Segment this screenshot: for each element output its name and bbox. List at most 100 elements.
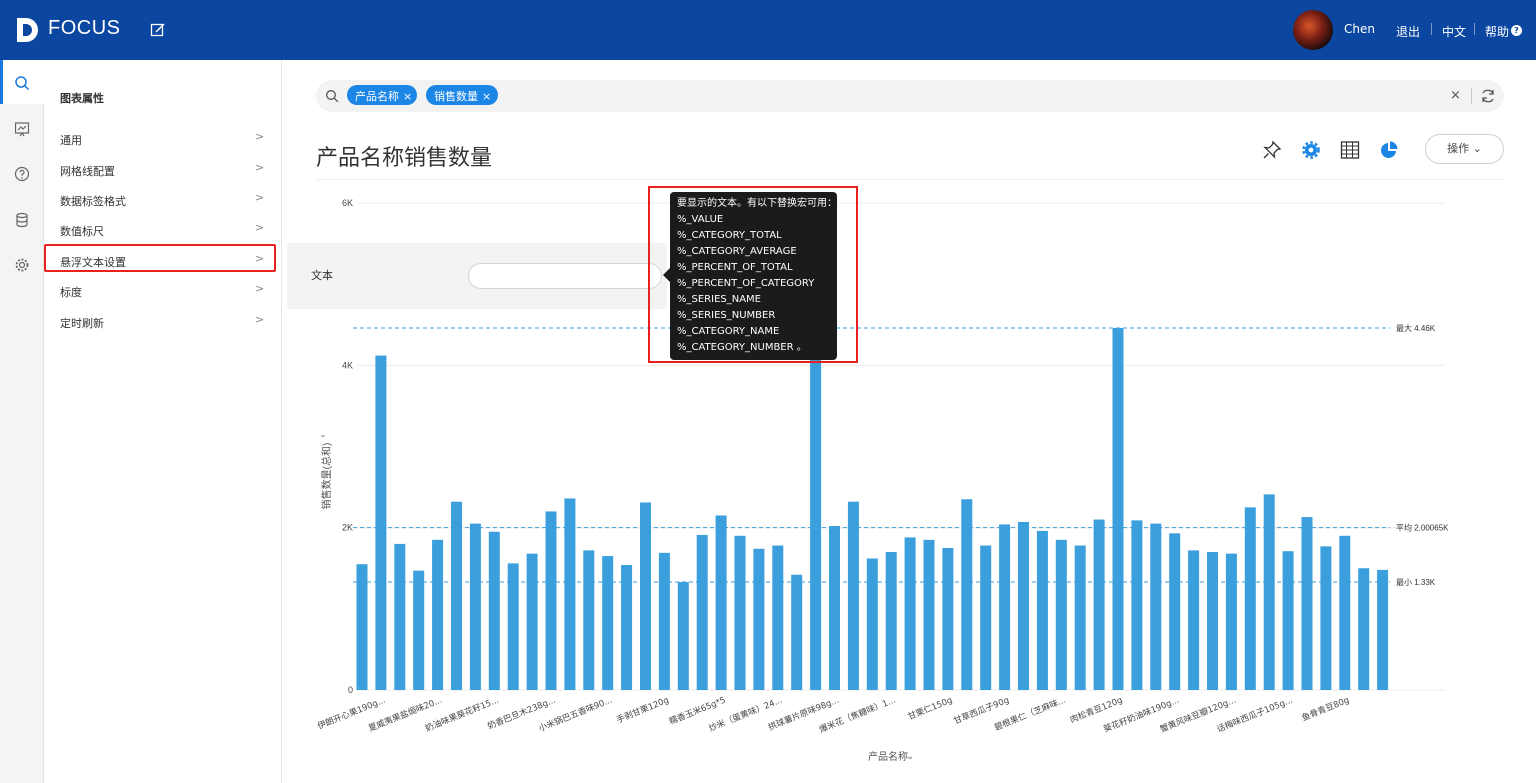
top-navigation-bar: FOCUS Chen 退出 中文 帮助 ?	[0, 0, 1536, 60]
search-icon[interactable]	[14, 75, 30, 91]
reference-lines: 最大 4.46K 平均 2.00065K 最小 1.33K	[353, 323, 1449, 587]
bar[interactable]	[602, 556, 614, 690]
chart-title: 产品名称销售数量	[316, 146, 493, 171]
chevron-right-icon: >	[255, 191, 265, 204]
pin-icon[interactable]	[1262, 140, 1282, 160]
bar[interactable]	[847, 501, 859, 690]
x-axis-title: 产品名称	[868, 750, 908, 763]
bar[interactable]	[999, 524, 1011, 690]
table-icon[interactable]	[1340, 140, 1360, 160]
bar[interactable]	[1377, 569, 1389, 690]
bar[interactable]	[356, 564, 368, 690]
bar[interactable]	[866, 558, 878, 690]
settings-icon[interactable]	[14, 257, 30, 273]
chevron-right-icon: >	[255, 221, 265, 234]
tag-label: 产品名称	[355, 90, 399, 103]
bar[interactable]	[696, 534, 708, 690]
bars	[356, 327, 1389, 690]
bar[interactable]	[1207, 552, 1218, 690]
x-tick-label: 鱼骨青豆80g	[1300, 695, 1351, 724]
gear-icon[interactable]	[1301, 140, 1321, 160]
bar[interactable]	[1131, 520, 1143, 690]
bar[interactable]	[1018, 521, 1029, 690]
bar[interactable]	[829, 526, 840, 690]
bar[interactable]	[1225, 553, 1237, 690]
search-tag-sales-quantity[interactable]: 销售数量 ×	[426, 85, 498, 105]
prop-item-gridlines[interactable]: 网格线配置 >	[44, 155, 274, 183]
bar[interactable]	[885, 552, 897, 690]
bar[interactable]	[1263, 494, 1275, 690]
bar[interactable]	[1093, 519, 1105, 690]
bar[interactable]	[904, 537, 916, 690]
edit-icon[interactable]	[150, 22, 166, 38]
bar[interactable]	[677, 582, 689, 690]
bar[interactable]	[1358, 568, 1370, 690]
app-name: FOCUS	[48, 17, 121, 39]
help-circle-icon[interactable]	[14, 166, 30, 182]
bar[interactable]	[451, 501, 462, 690]
bar[interactable]	[1188, 550, 1200, 690]
bar[interactable]	[753, 548, 765, 690]
bar[interactable]	[1282, 551, 1294, 690]
bar[interactable]	[413, 570, 425, 690]
hover-text-input[interactable]	[468, 263, 662, 289]
clear-search-icon[interactable]: ×	[1450, 88, 1461, 103]
bar[interactable]	[526, 553, 538, 690]
x-axis-chevron-icon[interactable]: ⌄	[906, 751, 914, 762]
bar[interactable]	[1055, 539, 1067, 690]
bar[interactable]	[394, 543, 406, 690]
bar[interactable]	[1112, 327, 1124, 690]
bar[interactable]	[1244, 507, 1256, 690]
bar[interactable]	[1169, 533, 1181, 690]
logout-link[interactable]: 退出	[1396, 23, 1420, 40]
search-icon	[326, 90, 339, 103]
board-icon[interactable]	[14, 121, 30, 137]
close-icon[interactable]: ×	[482, 90, 491, 103]
bar[interactable]	[1150, 523, 1162, 690]
prop-item-scale[interactable]: 标度 >	[44, 276, 274, 304]
bar[interactable]	[1074, 545, 1086, 690]
reference-line-label: 最大 4.46K	[1396, 323, 1436, 333]
bar[interactable]	[715, 515, 727, 690]
username[interactable]: Chen	[1344, 22, 1375, 36]
bar[interactable]	[583, 550, 595, 690]
prop-item-scheduled-refresh[interactable]: 定时刷新 >	[44, 307, 274, 335]
separator	[1471, 88, 1472, 104]
bar[interactable]	[980, 545, 992, 690]
bar[interactable]	[545, 511, 557, 690]
bar[interactable]	[640, 502, 651, 690]
bar[interactable]	[772, 545, 784, 690]
prop-item-value-scale[interactable]: 数值标尺 >	[44, 215, 274, 243]
language-switch[interactable]: 中文	[1442, 23, 1466, 40]
focus-logo-icon	[17, 18, 38, 42]
bar[interactable]	[942, 547, 954, 690]
bar[interactable]	[734, 535, 746, 690]
prop-item-general[interactable]: 通用 >	[44, 124, 274, 152]
bar[interactable]	[791, 574, 803, 690]
bar[interactable]	[469, 523, 481, 690]
bar[interactable]	[1036, 530, 1048, 690]
refresh-icon[interactable]	[1480, 88, 1496, 104]
prop-item-label: 网格线配置	[60, 165, 115, 178]
bar[interactable]	[432, 539, 444, 690]
prop-item-data-label-format[interactable]: 数据标签格式 >	[44, 185, 274, 213]
bar[interactable]	[1301, 517, 1313, 690]
chart-properties-panel: 图表属性 通用 > 网格线配置 > 数据标签格式 > 数值标尺 > 悬浮文本设置…	[44, 60, 282, 783]
bar[interactable]	[488, 531, 500, 690]
bar[interactable]	[1339, 535, 1351, 690]
bar[interactable]	[658, 552, 670, 690]
operations-dropdown-button[interactable]: 操作 ⌄	[1425, 134, 1504, 164]
bar[interactable]	[810, 339, 822, 690]
database-icon[interactable]	[14, 212, 30, 228]
bar[interactable]	[375, 355, 387, 690]
y-axis-chevron-icon[interactable]: ›	[317, 434, 328, 438]
pie-chart-icon[interactable]	[1379, 140, 1399, 160]
close-icon[interactable]: ×	[403, 90, 412, 103]
bar[interactable]	[621, 565, 633, 690]
bar[interactable]	[1320, 546, 1332, 690]
help-icon[interactable]: ?	[1511, 25, 1522, 36]
help-link[interactable]: 帮助	[1485, 23, 1509, 40]
avatar[interactable]	[1293, 10, 1333, 50]
bar[interactable]	[923, 539, 935, 690]
search-tag-product-name[interactable]: 产品名称 ×	[347, 85, 417, 105]
